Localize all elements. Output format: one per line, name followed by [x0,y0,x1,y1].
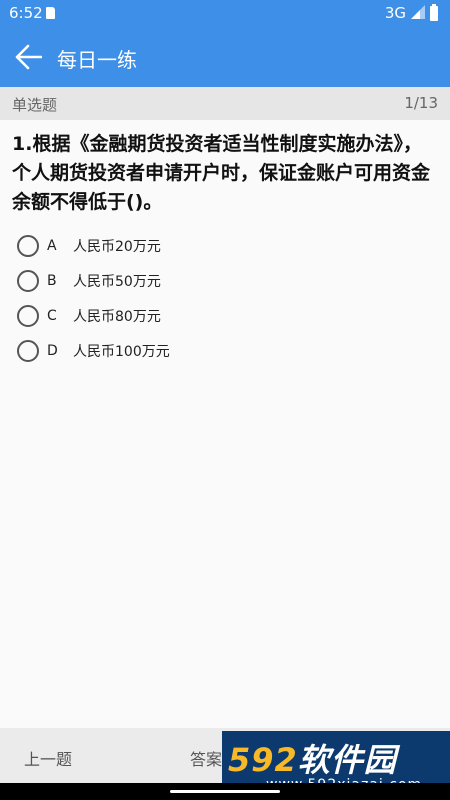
status-bar: 6:52 3G [0,0,450,27]
option-text: 人民币80万元 [73,308,161,325]
watermark-brand: 592软件园 [228,735,397,781]
option-a[interactable]: A 人民币20万元 [17,228,317,263]
status-right-group: 3G [384,3,438,22]
question-progress: 1/13 [404,94,438,112]
system-nav-bar [0,783,450,800]
sd-card-icon [46,7,55,19]
battery-icon [430,3,438,21]
previous-question-button[interactable]: 上一题 [24,746,72,770]
arrow-left-icon[interactable] [15,44,42,70]
option-text: 人民币100万元 [73,343,170,360]
status-time: 6:52 [9,4,43,22]
option-letter: B [47,272,57,289]
question-header: 单选题 1/13 [0,87,450,120]
option-c[interactable]: C 人民币80万元 [17,298,317,333]
question-text: 1.根据《金融期货投资者适当性制度实施办法》，个人期货投资者申请开户时，保证金账… [12,133,431,213]
option-text: 人民币50万元 [73,273,161,290]
radio-icon[interactable] [17,339,39,362]
radio-icon[interactable] [17,304,39,327]
radio-icon[interactable] [17,234,39,257]
option-letter: D [47,342,58,359]
watermark-brand-text: 软件园 [297,741,397,779]
app-bar: 每日一练 [0,27,450,87]
page-title: 每日一练 [57,48,137,72]
option-letter: A [47,237,57,254]
options-list: A 人民币20万元 B 人民币50万元 C 人民币80万元 D 人民币100万元 [17,228,317,368]
home-indicator[interactable] [170,790,280,793]
option-b[interactable]: B 人民币50万元 [17,263,317,298]
option-letter: C [47,307,57,324]
network-type: 3G [384,4,406,22]
watermark-brand-number: 592 [228,741,298,779]
signal-icon [411,5,425,19]
option-d[interactable]: D 人民币100万元 [17,333,317,368]
radio-icon[interactable] [17,269,39,292]
answer-button[interactable]: 答案 [190,746,222,770]
question-type-label: 单选题 [12,96,58,114]
option-text: 人民币20万元 [73,238,161,255]
